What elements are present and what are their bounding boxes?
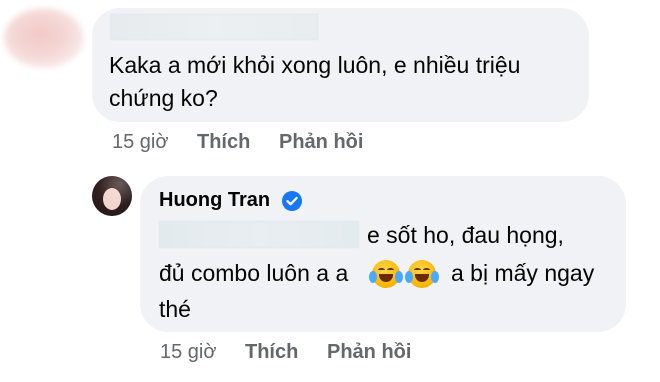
reply-author-name[interactable]: Huong Tran — [159, 189, 270, 212]
reply-text-line-1: e sốt ho, đau họng, — [367, 222, 564, 248]
commenter-avatar-blurred[interactable] — [4, 8, 84, 68]
comment-actions: 15 giờ Thích Phản hồi — [112, 131, 412, 155]
comment-bubble: Kaka a mới khỏi xong luôn, e nhiều triệu… — [92, 8, 589, 122]
verified-badge-icon — [282, 191, 302, 211]
reply-timestamp[interactable]: 15 giờ — [160, 341, 216, 364]
reply-bubble: Huong Tran e sốt ho, đau họng, đủ combo … — [140, 176, 626, 332]
reply-actions: 15 giờ Thích Phản hồi — [160, 341, 460, 365]
reply-text-line-2: đủ combo luôn a a — [159, 260, 349, 286]
reply-author-avatar[interactable] — [92, 176, 132, 216]
comment-text: Kaka a mới khỏi xong luôn, e nhiều triệu… — [109, 52, 521, 111]
reply-text-line-2-end: a bị mấy ngay — [451, 260, 595, 286]
mentioned-name-redacted — [159, 221, 359, 248]
reply-button[interactable]: Phản hồi — [279, 131, 363, 154]
face-with-tears-of-joy-icon — [405, 260, 439, 288]
comment-timestamp[interactable]: 15 giờ — [112, 131, 168, 154]
commenter-name-redacted — [110, 14, 318, 40]
face-with-tears-of-joy-icon — [369, 260, 403, 288]
reply-text-line-3: thé — [159, 296, 191, 322]
like-button[interactable]: Thích — [197, 131, 250, 154]
reply-reply-button[interactable]: Phản hồi — [327, 341, 411, 364]
reply-like-button[interactable]: Thích — [245, 341, 298, 364]
